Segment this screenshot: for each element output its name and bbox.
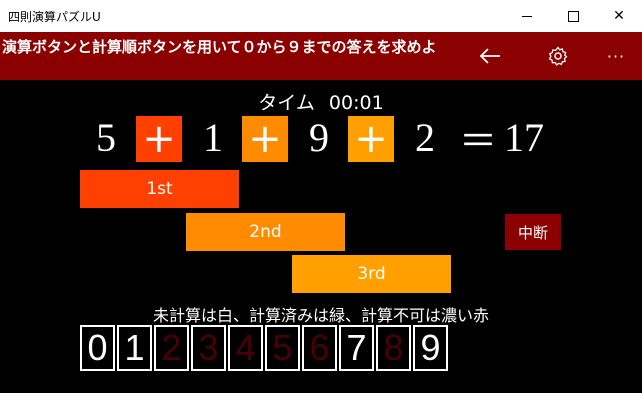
status-legend: 未計算は白、計算済みは緑、計算不可は濃い赤 (152, 306, 489, 325)
settings-button[interactable] (540, 38, 576, 74)
close-button[interactable]: ✕ (596, 0, 642, 32)
equals-sign: ＝ (458, 118, 497, 163)
game-area: タイム 00:01 5 + 1 + 9 + 2 ＝ 17 1st 2nd 3rd … (0, 80, 642, 393)
answer-cell-0: 0 (80, 325, 115, 371)
operator-button-2[interactable]: + (242, 116, 288, 162)
app-title: 四則演算パズルU (8, 10, 101, 24)
answer-tracker: 0 1 2 3 4 5 6 7 8 9 (80, 325, 448, 371)
operator-button-3[interactable]: + (348, 116, 394, 162)
abort-button[interactable]: 中断 (505, 214, 561, 250)
answer-cell-8: 8 (376, 325, 411, 371)
close-icon: ✕ (613, 8, 625, 24)
timer: タイム 00:01 (0, 88, 642, 115)
answer-cell-2: 2 (154, 325, 189, 371)
answer-cell-4: 4 (228, 325, 263, 371)
app-bar: 演算ボタンと計算順ボタンを用いて０から９までの答えを求めよ ··· (0, 32, 642, 80)
order-button-3rd[interactable]: 3rd (292, 255, 451, 293)
timer-label: タイム (258, 92, 315, 114)
order-button-1st[interactable]: 1st (80, 170, 239, 208)
window-titlebar: 四則演算パズルU ✕ (0, 0, 642, 32)
back-arrow-icon (479, 48, 500, 64)
operator-button-1[interactable]: + (136, 116, 182, 162)
timer-value: 00:01 (328, 92, 384, 114)
gear-icon (548, 46, 568, 66)
operand-3: 9 (309, 114, 329, 160)
answer-cell-6: 6 (302, 325, 337, 371)
answer-cell-5: 5 (265, 325, 300, 371)
minimize-button[interactable] (504, 0, 550, 32)
answer-cell-1: 1 (117, 325, 152, 371)
operand-1: 5 (96, 114, 116, 160)
maximize-icon (567, 10, 579, 22)
operand-2: 1 (203, 114, 223, 160)
more-options-button[interactable]: ··· (598, 38, 634, 74)
minimize-icon (522, 15, 532, 17)
more-icon: ··· (606, 46, 626, 66)
answer-cell-7: 7 (339, 325, 374, 371)
order-button-2nd[interactable]: 2nd (186, 213, 345, 251)
maximize-button[interactable] (550, 0, 596, 32)
answer-cell-3: 3 (191, 325, 226, 371)
answer-cell-9: 9 (413, 325, 448, 371)
instruction-text: 演算ボタンと計算順ボタンを用いて０から９までの答えを求めよ (2, 38, 437, 56)
operand-4: 2 (415, 114, 435, 160)
back-button[interactable] (472, 38, 508, 74)
result-value: 17 (504, 114, 544, 160)
